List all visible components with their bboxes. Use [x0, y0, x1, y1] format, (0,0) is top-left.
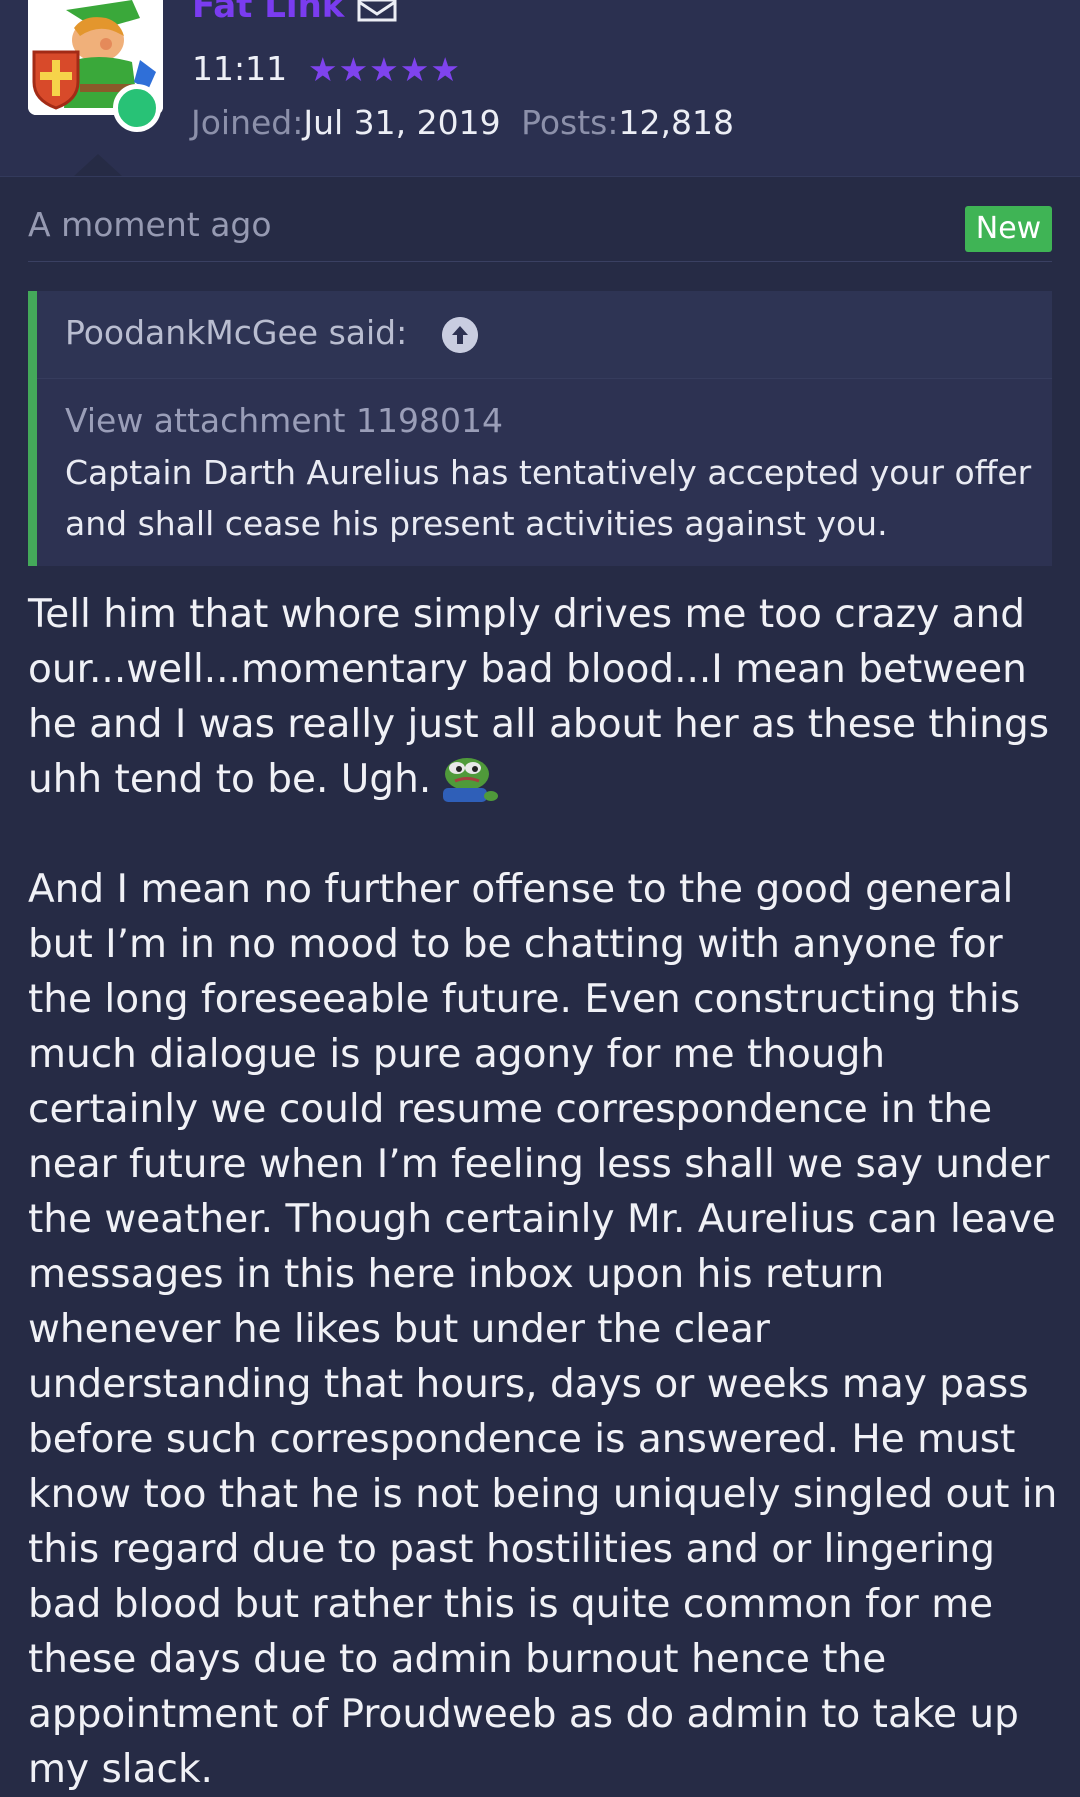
username[interactable]: Fat Link: [192, 0, 344, 26]
joined-date: Jul 31, 2019: [303, 103, 501, 142]
post-timestamp[interactable]: A moment ago: [28, 205, 272, 244]
online-status-indicator: [113, 84, 161, 132]
quote-author[interactable]: PoodankMcGee said:: [65, 313, 407, 352]
divider: [28, 261, 1052, 262]
view-attachment-link[interactable]: View attachment 1198014: [65, 401, 503, 440]
quote-header: PoodankMcGee said:: [37, 291, 1052, 379]
new-badge: New: [965, 206, 1052, 252]
message-body: Tell him that whore simply drives me too…: [28, 587, 1063, 1797]
message-paragraph: And I mean no further offense to the goo…: [28, 867, 1058, 1792]
jump-to-quote-arrow-up-icon[interactable]: [442, 317, 478, 353]
pepe-sad-emoji-icon: [443, 758, 499, 802]
quote-block: PoodankMcGee said: View attachment 11980…: [28, 291, 1052, 566]
joined-label: Joined:: [191, 103, 304, 142]
posts-count: 12,818: [618, 103, 734, 142]
message-paragraph-text: Tell him that whore simply drives me too…: [28, 592, 1050, 802]
message-paragraph: Tell him that whore simply drives me too…: [28, 587, 1063, 807]
posts-label: Posts:: [521, 103, 619, 142]
user-card-pointer: [74, 154, 122, 176]
user-info-header: Fat Link 11:11 ★★★★★ Joined:Jul 31, 2019…: [0, 0, 1080, 177]
quote-text: Captain Darth Aurelius has tentatively a…: [65, 453, 1032, 543]
user-stats: Joined:Jul 31, 2019 Posts:12,818: [191, 103, 734, 142]
user-title: 11:11: [192, 49, 288, 88]
rating-stars-icon: ★★★★★: [308, 50, 461, 89]
mail-icon[interactable]: [357, 0, 397, 22]
